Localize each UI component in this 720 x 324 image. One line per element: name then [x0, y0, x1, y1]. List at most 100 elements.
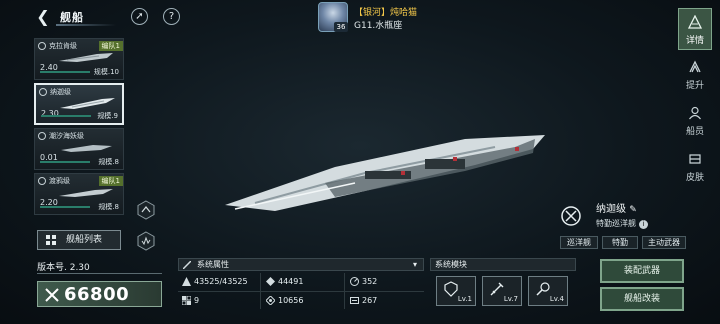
stat-speed: 352 — [350, 277, 377, 286]
player-name: 【银河】炖哈猫 — [354, 8, 418, 18]
support-module-icon — [536, 282, 550, 296]
ship-class-icon — [38, 42, 46, 50]
ship-type: 特勤巡洋舰 i — [596, 218, 648, 229]
stats-title: 系统属性 — [197, 260, 229, 269]
fleet-formation-icon[interactable] — [136, 200, 156, 220]
cargo-icon — [350, 297, 359, 304]
module-level: Lv.4 — [549, 295, 564, 303]
speed-icon — [350, 277, 359, 286]
crossed-swords-icon — [45, 288, 59, 302]
detail-icon — [688, 15, 702, 29]
grid-icon — [46, 235, 56, 245]
ship-class-icon — [39, 88, 47, 96]
attack-icon — [266, 277, 275, 286]
ship-card-scale: 规模.10 — [93, 68, 119, 76]
collapse-icon[interactable]: ▾ — [413, 259, 417, 270]
player-level-badge: 36 — [334, 22, 348, 32]
combat-power-value: 66800 — [64, 284, 130, 305]
rocket-icon-button[interactable]: ➚ — [131, 8, 148, 25]
tab-upgrade-label: 提升 — [685, 81, 704, 91]
shield-module-icon — [444, 281, 458, 297]
ship-model[interactable] — [215, 125, 555, 220]
hull-icon — [182, 277, 191, 286]
upgrade-icon — [689, 60, 701, 73]
top-bar: ❮ 舰船 ➚ ? 36 【银河】炖哈猫 G11.水瓶座 — [0, 0, 720, 34]
ship-class-icon — [561, 206, 581, 226]
tab-upgrade[interactable]: 提升 — [678, 54, 712, 96]
tab-detail-label: 详情 — [685, 36, 704, 46]
tab-skin-label: 皮肤 — [685, 173, 704, 183]
stat-hull-value: 43525/43525 — [194, 277, 248, 286]
modules-header: 系统模块 — [430, 258, 576, 271]
right-nav: 详情 提升 船员 皮肤 — [678, 8, 712, 192]
ship-card-bar — [40, 71, 90, 73]
title-underline — [56, 24, 116, 26]
module-level: Lv.1 — [457, 295, 472, 303]
module-slot[interactable]: Lv.4 — [528, 276, 568, 306]
ship-name-text: 纳迦级 — [596, 204, 626, 215]
system-stats-panel: 系统属性 ▾ 43525/43525 44491 352 9 10656 267 — [178, 258, 424, 310]
stat-cargo-value: 267 — [362, 296, 378, 305]
ship-tag: 主动武器 — [642, 236, 686, 249]
module-slot[interactable]: Lv.1 — [436, 276, 476, 306]
stat-attack: 44491 — [266, 277, 303, 286]
modules-title: 系统模块 — [435, 260, 467, 269]
info-icon[interactable]: i — [639, 220, 648, 229]
armor-icon — [266, 296, 275, 305]
ship-type-text: 特勤巡洋舰 — [596, 219, 636, 228]
stats-header: 系统属性 ▾ — [178, 258, 424, 271]
player-location: G11.水瓶座 — [354, 21, 403, 31]
ship-tag: 巡洋舰 — [560, 236, 598, 249]
page-title: 舰船 — [60, 11, 84, 24]
fleet-list-button[interactable]: 舰船列表 — [37, 230, 121, 250]
combat-power-box: 66800 — [37, 281, 162, 307]
skin-icon — [689, 154, 701, 164]
ship-card-selected[interactable]: 纳迦级 2.30 规模.9 — [34, 83, 124, 125]
ship-thumbnail — [60, 98, 115, 109]
stat-armor-value: 10656 — [278, 296, 304, 305]
tab-skin[interactable]: 皮肤 — [678, 146, 712, 188]
stat-slot: 9 — [182, 296, 199, 305]
back-button[interactable]: ❮ — [34, 8, 52, 26]
fleet-stats-icon[interactable] — [136, 231, 156, 251]
stats-header-icon — [183, 261, 191, 269]
equip-weapon-button[interactable]: 装配武器 — [600, 259, 684, 283]
ship-card[interactable]: 克拉肯级 编队1 2.40 规模.10 — [34, 38, 124, 80]
ship-card-scale: 规模.8 — [98, 203, 119, 211]
ship-card-bar — [40, 161, 90, 163]
edit-icon[interactable]: ✎ — [629, 205, 637, 215]
stat-hull: 43525/43525 — [182, 277, 248, 286]
ship-thumbnail — [59, 189, 113, 197]
ship-list: 克拉肯级 编队1 2.40 规模.10 纳迦级 2.30 规模.9 潮汐海妖级 … — [34, 38, 130, 218]
ship-thumbnail — [61, 145, 112, 152]
tab-crew-label: 船员 — [685, 127, 704, 137]
ship-class-icon — [38, 177, 46, 185]
stat-cargo: 267 — [350, 296, 377, 305]
tab-detail[interactable]: 详情 — [678, 8, 712, 50]
ship-card-bar — [40, 206, 90, 208]
stats-row-divider — [178, 291, 424, 292]
stat-speed-value: 352 — [362, 277, 378, 286]
ship-card-scale: 规模.8 — [98, 158, 119, 166]
slot-icon — [182, 296, 191, 305]
help-button[interactable]: ? — [163, 8, 180, 25]
tab-crew[interactable]: 船员 — [678, 100, 712, 142]
ship-card[interactable]: 渡鸦级 编队1 2.20 规模.8 — [34, 173, 124, 215]
ship-card[interactable]: 潮汐海妖级 0.01 规模.8 — [34, 128, 124, 170]
module-slot[interactable]: Lv.7 — [482, 276, 522, 306]
ship-thumbnail — [59, 53, 113, 62]
ship-card-scale: 规模.9 — [97, 112, 118, 120]
stat-armor: 10656 — [266, 296, 303, 305]
stat-slot-value: 9 — [194, 296, 200, 305]
system-modules-panel: 系统模块 Lv.1 Lv.7 Lv.4 — [430, 258, 576, 310]
ship-class-icon — [38, 132, 46, 140]
ship-name: 纳迦级 ✎ — [596, 200, 637, 215]
ship-card-bar — [41, 115, 91, 117]
fleet-list-label: 舰船列表 — [66, 235, 103, 245]
crew-icon — [689, 106, 701, 120]
ship-tag: 特勤 — [602, 236, 638, 249]
module-level: Lv.7 — [503, 295, 518, 303]
ship-modify-button[interactable]: 舰船改装 — [600, 287, 684, 311]
version-divider — [37, 273, 162, 274]
stat-attack-value: 44491 — [278, 277, 304, 286]
